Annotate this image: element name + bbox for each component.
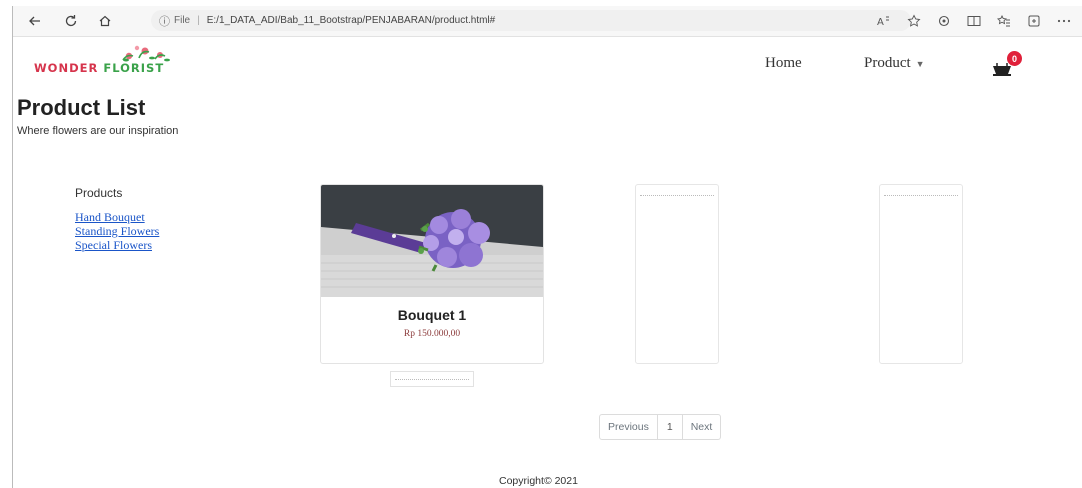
- logo-word-2: FLORIST: [103, 61, 165, 75]
- web-page: WONDER FLORIST Home Product ▼ 0 Product L…: [13, 37, 1082, 488]
- page-subtitle: Where flowers are our inspiration: [17, 125, 179, 137]
- browser-window: ⓘ File | E:/1_DATA_ADI/Bab_11_Bootstrap/…: [12, 6, 1082, 488]
- address-bar[interactable]: ⓘ File | E:/1_DATA_ADI/Bab_11_Bootstrap/…: [151, 10, 911, 31]
- product-name: Bouquet 1: [397, 307, 467, 323]
- placeholder-line: [640, 195, 714, 196]
- sidebar-link-hand-bouquet[interactable]: Hand Bouquet: [75, 210, 145, 225]
- browser-actions: A: [869, 9, 1079, 33]
- address-separator: |: [197, 15, 200, 26]
- placeholder-box: [390, 371, 474, 387]
- browser-toolbar: ⓘ File | E:/1_DATA_ADI/Bab_11_Bootstrap/…: [13, 6, 1082, 37]
- pagination-previous[interactable]: Previous: [600, 415, 657, 439]
- nav-home-link[interactable]: Home: [765, 55, 802, 72]
- svg-text:A: A: [877, 17, 884, 27]
- more-options-icon[interactable]: [1049, 9, 1079, 33]
- pagination-next[interactable]: Next: [683, 415, 721, 439]
- nav-product-label: Product: [864, 55, 911, 71]
- caret-down-icon: ▼: [915, 59, 925, 69]
- cart-count-badge: 0: [1007, 51, 1022, 66]
- placeholder-line: [884, 195, 958, 196]
- product-card[interactable]: Bouquet 1 Rp 150.000,00: [320, 184, 544, 364]
- extensions-icon[interactable]: [929, 9, 959, 33]
- favorite-star-icon[interactable]: [899, 9, 929, 33]
- product-image: [321, 185, 543, 297]
- footer-copyright: Copyright© 2021: [499, 475, 578, 487]
- home-icon[interactable]: [93, 9, 117, 33]
- info-icon[interactable]: ⓘ: [159, 13, 170, 29]
- sidebar-link-standing-flowers[interactable]: Standing Flowers: [75, 224, 159, 239]
- product-card-empty: [879, 184, 963, 364]
- placeholder-line: [395, 379, 469, 380]
- pagination-page-1[interactable]: 1: [656, 415, 683, 439]
- site-navbar: WONDER FLORIST Home Product ▼ 0: [13, 37, 1082, 93]
- page-title: Product List: [17, 95, 146, 120]
- sidebar-link-special-flowers[interactable]: Special Flowers: [75, 238, 152, 253]
- product-card-empty: [635, 184, 719, 364]
- split-screen-icon[interactable]: [959, 9, 989, 33]
- read-aloud-icon[interactable]: A: [869, 9, 899, 33]
- logo-word-1: WONDER: [34, 61, 99, 75]
- back-icon[interactable]: [23, 9, 47, 33]
- address-prefix: File: [174, 15, 191, 26]
- product-price: Rp 150.000,00: [403, 329, 461, 339]
- sidebar-title: Products: [75, 186, 123, 200]
- brand-logo[interactable]: WONDER FLORIST: [34, 61, 164, 75]
- collections-icon[interactable]: [1019, 9, 1049, 33]
- pagination: Previous 1 Next: [599, 414, 722, 440]
- address-url: E:/1_DATA_ADI/Bab_11_Bootstrap/PENJABARA…: [206, 15, 496, 26]
- refresh-icon[interactable]: [59, 9, 83, 33]
- nav-product-dropdown[interactable]: Product ▼: [864, 55, 925, 72]
- favorites-icon[interactable]: [989, 9, 1019, 33]
